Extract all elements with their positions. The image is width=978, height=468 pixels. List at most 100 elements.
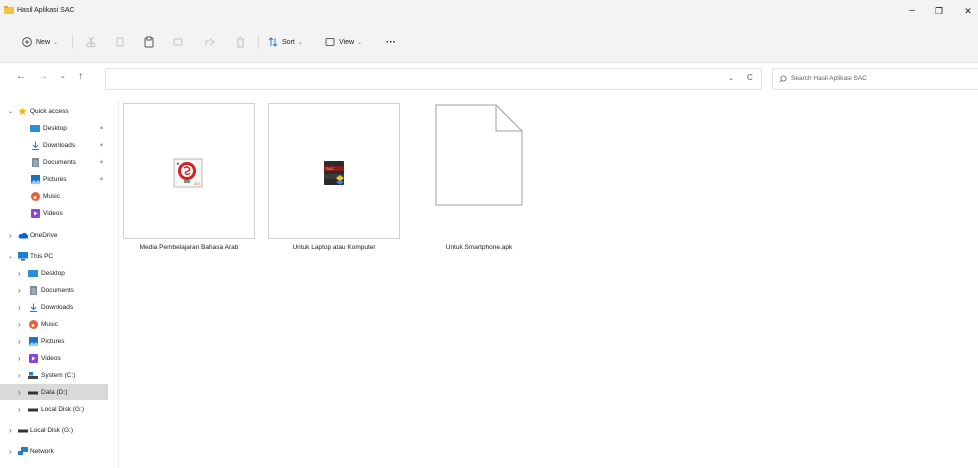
rename-icon[interactable]: [173, 35, 183, 49]
sidebar-item-pictures[interactable]: Pictures ✶: [0, 171, 118, 187]
file-name[interactable]: Media Pembelajaran Bahasa Arab: [123, 244, 255, 251]
collapse-chevron-icon[interactable]: ›: [18, 354, 21, 363]
sidebar-label: Music: [41, 320, 58, 328]
address-dropdown-icon[interactable]: ⌄: [728, 74, 734, 82]
sidebar-item-documents[interactable]: Documents ✶: [0, 154, 118, 170]
sidebar-item-data-d[interactable]: › Data (D:): [0, 384, 108, 400]
sidebar-item-local-disk-g[interactable]: › Local Disk (G:): [0, 401, 118, 417]
blank-file-icon[interactable]: [435, 104, 523, 206]
sidebar-item-videos[interactable]: Videos: [0, 205, 118, 221]
copy-icon[interactable]: [116, 35, 124, 49]
sidebar-item-local-disk-root[interactable]: › Local Disk (G:): [0, 422, 118, 438]
sidebar-item-pc-downloads[interactable]: › Downloads: [0, 299, 118, 315]
command-bar: New ⌄ Sort ⌄ View ⌄ ···: [0, 22, 978, 63]
sidebar-label: Downloads: [43, 141, 76, 149]
view-label: View: [339, 38, 355, 46]
back-icon[interactable]: ←: [16, 71, 26, 82]
collapse-chevron-icon[interactable]: ›: [18, 303, 21, 312]
sidebar-item-pc-music[interactable]: › Music: [0, 316, 118, 332]
file-name[interactable]: Untuk Smartphone.apk: [420, 244, 538, 251]
separator: [72, 35, 73, 49]
downloads-icon: [32, 141, 39, 150]
close-button[interactable]: ✕: [958, 4, 978, 18]
sort-chevron-icon: ⌄: [297, 39, 303, 46]
videos-icon: [29, 353, 38, 363]
svg-text:3.0: 3.0: [194, 181, 200, 186]
sidebar-item-pc-pictures[interactable]: › Pictures: [0, 333, 118, 349]
collapse-chevron-icon[interactable]: ›: [18, 388, 21, 397]
collapse-chevron-icon[interactable]: ›: [18, 337, 21, 346]
music-icon: [29, 319, 38, 329]
pin-icon[interactable]: ✶: [99, 159, 104, 166]
sac-app-icon: 3.0 ★: [173, 158, 203, 188]
sidebar-label: Music: [43, 192, 60, 200]
address-bar[interactable]: ⌄ C: [105, 68, 762, 90]
sidebar-item-system-c[interactable]: › System (C:): [0, 367, 118, 383]
share-icon[interactable]: [205, 35, 215, 49]
drive-icon: [28, 408, 38, 411]
collapse-chevron-icon[interactable]: ›: [18, 371, 21, 380]
sidebar-label: Data (D:): [41, 388, 68, 396]
sidebar-item-music[interactable]: Music: [0, 188, 118, 204]
sidebar-label: Videos: [41, 354, 61, 362]
sidebar-item-downloads[interactable]: Downloads ✶: [0, 137, 118, 153]
sidebar-item-pc-documents[interactable]: › Documents: [0, 282, 118, 298]
sidebar-label: Pictures: [43, 175, 67, 183]
navigation-pane: ⌄ Quick access Desktop ✶ Downloads ✶ Doc…: [0, 100, 119, 468]
collapse-chevron-icon[interactable]: ›: [18, 269, 21, 278]
desktop-icon: [28, 269, 38, 277]
sidebar-item-pc-desktop[interactable]: › Desktop: [0, 265, 118, 281]
expand-chevron-icon[interactable]: ⌄: [8, 253, 13, 260]
new-button[interactable]: New ⌄: [22, 35, 58, 49]
search-input[interactable]: Search Hasil Aplikasi SAC: [791, 75, 867, 82]
more-options-button[interactable]: ···: [386, 35, 396, 49]
collapse-chevron-icon[interactable]: ›: [18, 286, 21, 295]
collapse-chevron-icon[interactable]: ›: [9, 447, 12, 456]
sort-label: Sort: [282, 38, 295, 46]
sidebar-item-pc-videos[interactable]: › Videos: [0, 350, 118, 366]
sidebar-item-onedrive[interactable]: › OneDrive: [0, 227, 118, 243]
file-name[interactable]: Untuk Laptop atau Komputer: [268, 244, 400, 251]
maximize-button[interactable]: ❐: [929, 4, 949, 18]
pictures-icon: [31, 174, 40, 184]
pin-icon[interactable]: ✶: [99, 125, 104, 132]
collapse-chevron-icon[interactable]: ›: [18, 320, 21, 329]
file-tile-untuk-laptop[interactable]: SAC: [268, 103, 400, 239]
sidebar-label: Network: [30, 447, 54, 455]
sort-icon: [268, 37, 278, 47]
sidebar-item-this-pc[interactable]: ⌄ This PC: [0, 248, 118, 264]
expand-chevron-icon[interactable]: ⌄: [8, 108, 13, 115]
delete-icon[interactable]: [236, 35, 245, 49]
search-box[interactable]: Search Hasil Aplikasi SAC: [772, 68, 978, 90]
collapse-chevron-icon[interactable]: ›: [9, 426, 12, 435]
sidebar-label: OneDrive: [30, 231, 58, 239]
folder-icon: [4, 6, 14, 14]
paste-icon[interactable]: [144, 35, 154, 49]
pin-icon[interactable]: ✶: [99, 142, 104, 149]
music-icon: [31, 191, 40, 201]
view-button[interactable]: View ⌄: [325, 35, 362, 49]
forward-icon[interactable]: →: [38, 71, 48, 82]
new-chevron-icon: ⌄: [53, 39, 59, 46]
pin-icon[interactable]: ✶: [99, 176, 104, 183]
winrar-archive-icon: SAC: [324, 161, 344, 185]
refresh-icon[interactable]: C: [747, 73, 753, 82]
sort-button[interactable]: Sort ⌄: [268, 35, 303, 49]
collapse-chevron-icon[interactable]: ›: [9, 231, 12, 240]
up-icon[interactable]: ↑: [78, 71, 83, 82]
collapse-chevron-icon[interactable]: ›: [18, 405, 21, 414]
sidebar-item-quick-access[interactable]: ⌄ Quick access: [0, 103, 118, 119]
minimize-button[interactable]: –: [902, 4, 922, 18]
sidebar-label: Downloads: [41, 303, 74, 311]
sidebar-label: Quick access: [30, 107, 69, 115]
file-tile-media-pembelajaran[interactable]: 3.0 ★: [123, 103, 255, 239]
cut-icon[interactable]: [86, 35, 96, 49]
star-icon: [18, 106, 27, 115]
sidebar-item-network[interactable]: › Network: [0, 443, 118, 459]
sidebar-item-desktop[interactable]: Desktop ✶: [0, 120, 118, 136]
onedrive-icon: [18, 232, 28, 238]
view-chevron-icon: ⌄: [357, 39, 363, 46]
new-label: New: [36, 38, 51, 46]
title-bar: Hasil Aplikasi SAC – ❐ ✕: [0, 0, 978, 22]
recent-locations-icon[interactable]: ⌄: [60, 72, 66, 80]
